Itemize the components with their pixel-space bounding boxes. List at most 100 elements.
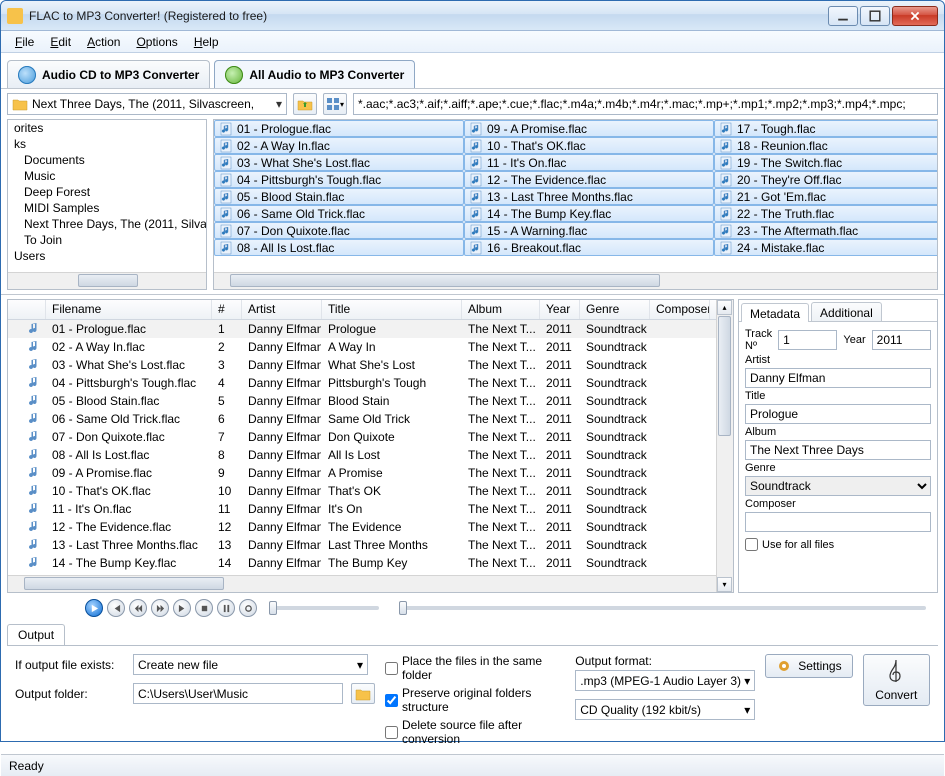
file-item[interactable]: 13 - Last Three Months.flac xyxy=(464,188,714,205)
file-item[interactable]: 24 - Mistake.flac xyxy=(714,239,937,256)
col-num[interactable]: # xyxy=(212,300,242,319)
file-item[interactable]: 07 - Don Quixote.flac xyxy=(214,222,464,239)
file-item[interactable]: 22 - The Truth.flac xyxy=(714,205,937,222)
next-track-button[interactable] xyxy=(173,599,191,617)
table-row[interactable]: 01 - Prologue.flac1Danny ElfmanPrologueT… xyxy=(8,320,716,338)
maximize-button[interactable] xyxy=(860,6,890,26)
file-item[interactable]: 15 - A Warning.flac xyxy=(464,222,714,239)
file-item[interactable]: 21 - Got 'Em.flac xyxy=(714,188,937,205)
col-artist[interactable]: Artist xyxy=(242,300,322,319)
file-item[interactable]: 17 - Tough.flac xyxy=(714,120,937,137)
loop-button[interactable] xyxy=(239,599,257,617)
file-item[interactable]: 09 - A Promise.flac xyxy=(464,120,714,137)
delete-source-checkbox[interactable] xyxy=(385,726,398,739)
table-row[interactable]: 09 - A Promise.flac9Danny ElfmanA Promis… xyxy=(8,464,716,482)
col-album[interactable]: Album xyxy=(462,300,540,319)
convert-button[interactable]: Convert xyxy=(863,654,930,706)
table-row[interactable]: 03 - What She's Lost.flac3Danny ElfmanWh… xyxy=(8,356,716,374)
file-item[interactable]: 11 - It's On.flac xyxy=(464,154,714,171)
tab-audio-cd[interactable]: Audio CD to MP3 Converter xyxy=(7,60,210,88)
file-item[interactable]: 16 - Breakout.flac xyxy=(464,239,714,256)
use-for-all-checkbox[interactable] xyxy=(745,538,758,551)
file-item[interactable]: 02 - A Way In.flac xyxy=(214,137,464,154)
preserve-structure-checkbox[interactable] xyxy=(385,694,398,707)
play-button[interactable] xyxy=(85,599,103,617)
menu-help[interactable]: Help xyxy=(186,33,227,51)
file-item[interactable]: 05 - Blood Stain.flac xyxy=(214,188,464,205)
composer-field[interactable] xyxy=(745,512,931,532)
genre-select[interactable]: Soundtrack xyxy=(745,476,931,496)
prev-track-button[interactable] xyxy=(107,599,125,617)
stop-button[interactable] xyxy=(195,599,213,617)
tree-item[interactable]: Deep Forest xyxy=(8,184,206,200)
col-composer[interactable]: Composer xyxy=(650,300,710,319)
pause-button[interactable] xyxy=(217,599,235,617)
table-row[interactable]: 06 - Same Old Trick.flac6Danny ElfmanSam… xyxy=(8,410,716,428)
table-row[interactable]: 10 - That's OK.flac10Danny ElfmanThat's … xyxy=(8,482,716,500)
file-filter[interactable]: *.aac;*.ac3;*.aif;*.aiff;*.ape;*.cue;*.f… xyxy=(353,93,938,115)
artist-field[interactable] xyxy=(745,368,931,388)
tab-output[interactable]: Output xyxy=(7,624,65,645)
rewind-button[interactable] xyxy=(129,599,147,617)
if-exists-combo[interactable]: Create new file▾ xyxy=(133,654,368,675)
file-item[interactable]: 19 - The Switch.flac xyxy=(714,154,937,171)
menu-options[interactable]: Options xyxy=(128,33,185,51)
file-item[interactable]: 01 - Prologue.flac xyxy=(214,120,464,137)
file-item[interactable]: 06 - Same Old Trick.flac xyxy=(214,205,464,222)
browse-folder-button[interactable] xyxy=(351,683,375,704)
quality-combo[interactable]: CD Quality (192 kbit/s)▾ xyxy=(575,699,755,720)
file-item[interactable]: 04 - Pittsburgh's Tough.flac xyxy=(214,171,464,188)
table-row[interactable]: 07 - Don Quixote.flac7Danny ElfmanDon Qu… xyxy=(8,428,716,446)
table-row[interactable]: 05 - Blood Stain.flac5Danny ElfmanBlood … xyxy=(8,392,716,410)
settings-button[interactable]: Settings xyxy=(765,654,852,678)
file-item[interactable]: 18 - Reunion.flac xyxy=(714,137,937,154)
table-row[interactable]: 11 - It's On.flac11Danny ElfmanIt's OnTh… xyxy=(8,500,716,518)
close-button[interactable] xyxy=(892,6,938,26)
track-field[interactable] xyxy=(778,330,837,350)
file-item[interactable]: 12 - The Evidence.flac xyxy=(464,171,714,188)
col-genre[interactable]: Genre xyxy=(580,300,650,319)
tree-hscroll[interactable] xyxy=(8,272,206,289)
album-field[interactable] xyxy=(745,440,931,460)
title-field[interactable] xyxy=(745,404,931,424)
file-item[interactable]: 03 - What She's Lost.flac xyxy=(214,154,464,171)
table-row[interactable]: 08 - All Is Lost.flac8Danny ElfmanAll Is… xyxy=(8,446,716,464)
menu-action[interactable]: Action xyxy=(79,33,128,51)
up-folder-button[interactable] xyxy=(293,93,317,115)
folder-tree[interactable]: oritesksDocumentsMusicDeep ForestMIDI Sa… xyxy=(7,119,207,290)
tab-metadata[interactable]: Metadata xyxy=(741,303,809,322)
output-folder-field[interactable] xyxy=(133,683,343,704)
tree-item[interactable]: MIDI Samples xyxy=(8,200,206,216)
tree-item[interactable]: ks xyxy=(8,136,206,152)
file-item[interactable]: 08 - All Is Lost.flac xyxy=(214,239,464,256)
menu-file[interactable]: File xyxy=(7,33,42,51)
year-field[interactable] xyxy=(872,330,931,350)
seek-slider[interactable] xyxy=(399,606,926,610)
minimize-button[interactable] xyxy=(828,6,858,26)
tab-additional[interactable]: Additional xyxy=(811,302,882,321)
menu-edit[interactable]: Edit xyxy=(42,33,79,51)
table-row[interactable]: 14 - The Bump Key.flac14Danny ElfmanThe … xyxy=(8,554,716,572)
col-title[interactable]: Title xyxy=(322,300,462,319)
tree-item[interactable]: To Join xyxy=(8,232,206,248)
volume-slider[interactable] xyxy=(269,606,379,610)
tree-item[interactable]: Documents xyxy=(8,152,206,168)
file-hscroll[interactable] xyxy=(214,272,937,289)
same-folder-checkbox[interactable] xyxy=(385,662,398,675)
forward-button[interactable] xyxy=(151,599,169,617)
tree-item[interactable]: Music xyxy=(8,168,206,184)
col-year[interactable]: Year xyxy=(540,300,580,319)
tab-all-audio[interactable]: All Audio to MP3 Converter xyxy=(214,60,415,88)
col-filename[interactable]: Filename xyxy=(46,300,212,319)
table-hscroll[interactable] xyxy=(8,575,716,592)
file-grid[interactable]: 01 - Prologue.flac02 - A Way In.flac03 -… xyxy=(213,119,938,290)
file-item[interactable]: 14 - The Bump Key.flac xyxy=(464,205,714,222)
file-item[interactable]: 20 - They're Off.flac xyxy=(714,171,937,188)
table-row[interactable]: 02 - A Way In.flac2Danny ElfmanA Way InT… xyxy=(8,338,716,356)
tree-item[interactable]: Next Three Days, The (2011, Silvas xyxy=(8,216,206,232)
table-row[interactable]: 12 - The Evidence.flac12Danny ElfmanThe … xyxy=(8,518,716,536)
tree-item[interactable]: orites xyxy=(8,120,206,136)
table-row[interactable]: 13 - Last Three Months.flac13Danny Elfma… xyxy=(8,536,716,554)
file-item[interactable]: 23 - The Aftermath.flac xyxy=(714,222,937,239)
folder-combo[interactable]: Next Three Days, The (2011, Silvascreen,… xyxy=(7,93,287,115)
